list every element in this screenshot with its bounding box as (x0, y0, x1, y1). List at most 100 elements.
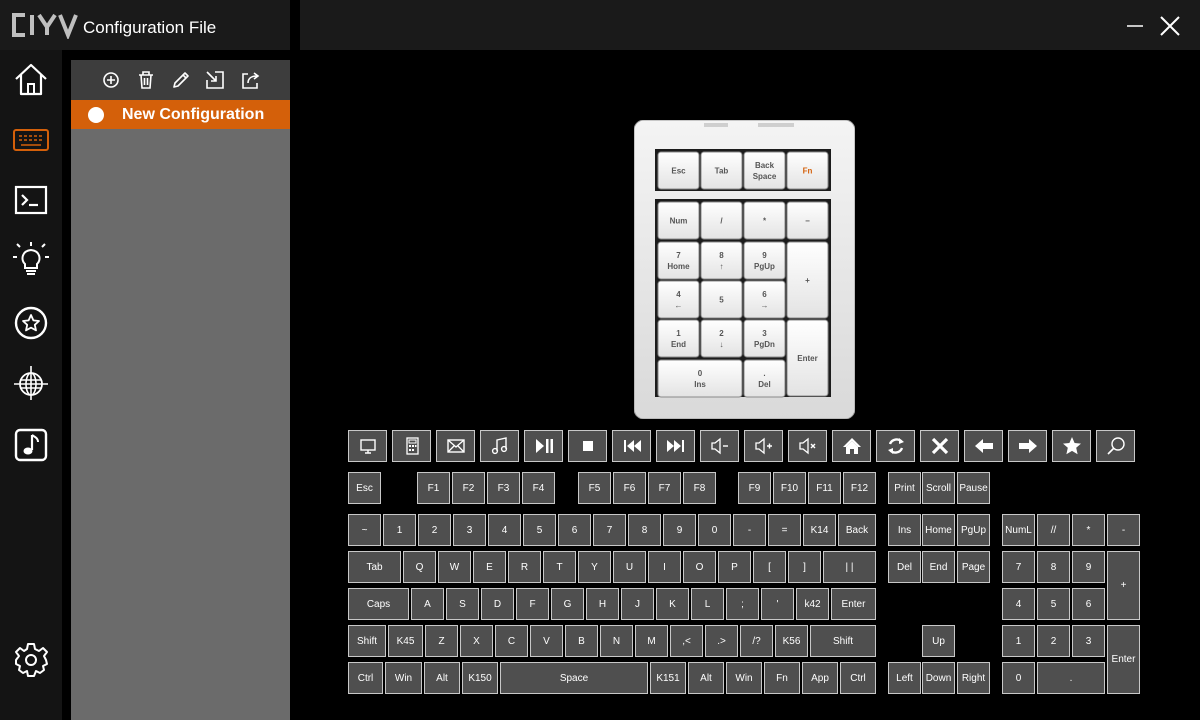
media-key-play-pause[interactable] (524, 430, 563, 462)
key-app[interactable]: App (802, 662, 838, 694)
key-symbol49[interactable]: [ (753, 551, 786, 583)
close-button[interactable] (1157, 13, 1183, 39)
key-k56[interactable]: K56 (775, 625, 808, 657)
key-0[interactable]: 0 (698, 514, 731, 546)
key-alt[interactable]: Alt (688, 662, 724, 694)
media-key-music-note[interactable] (480, 430, 519, 462)
key-5[interactable]: 5 (523, 514, 556, 546)
key-f5[interactable]: F5 (578, 472, 611, 504)
key-1[interactable]: 1 (1002, 625, 1035, 657)
key-pgup[interactable]: PgUp (957, 514, 990, 546)
key-f11[interactable]: F11 (808, 472, 841, 504)
media-key-next-track[interactable] (656, 430, 695, 462)
key-shift[interactable]: Shift (810, 625, 876, 657)
media-key-forward-arrow[interactable] (1008, 430, 1047, 462)
key-k[interactable]: K (656, 588, 689, 620)
key-win[interactable]: Win (385, 662, 422, 694)
key-f6[interactable]: F6 (613, 472, 646, 504)
key-7[interactable]: 7 (593, 514, 626, 546)
key-f[interactable]: F (516, 588, 549, 620)
key-i[interactable]: I (648, 551, 681, 583)
key-f8[interactable]: F8 (683, 472, 716, 504)
key-page[interactable]: Page (957, 551, 990, 583)
key-win[interactable]: Win (726, 662, 762, 694)
key-f2[interactable]: F2 (452, 472, 485, 504)
key-f4[interactable]: F4 (522, 472, 555, 504)
media-key-close-x[interactable] (920, 430, 959, 462)
key-symbol69[interactable]: ; (726, 588, 759, 620)
key-f1[interactable]: F1 (417, 472, 450, 504)
key-caps[interactable]: Caps (348, 588, 409, 620)
key-back[interactable]: Back (838, 514, 876, 546)
key-n[interactable]: N (600, 625, 633, 657)
key-symbol27[interactable]: - (733, 514, 766, 546)
key-1[interactable]: 1 (383, 514, 416, 546)
key-6[interactable]: 6 (558, 514, 591, 546)
key-b[interactable]: B (565, 625, 598, 657)
key-del[interactable]: Del (888, 551, 921, 583)
key-symbol28[interactable]: = (768, 514, 801, 546)
key-ctrl[interactable]: Ctrl (348, 662, 383, 694)
sidebar-item-home[interactable] (11, 60, 51, 100)
key-f7[interactable]: F7 (648, 472, 681, 504)
key-w[interactable]: W (438, 551, 471, 583)
key-symbol70[interactable]: ' (761, 588, 794, 620)
key-u[interactable]: U (613, 551, 646, 583)
key-2[interactable]: 2 (418, 514, 451, 546)
configuration-list-item[interactable]: New Configuration (71, 100, 290, 129)
media-key-search[interactable] (1096, 430, 1135, 462)
key-3[interactable]: 3 (453, 514, 486, 546)
key-a[interactable]: A (411, 588, 444, 620)
key-space[interactable]: Space (500, 662, 648, 694)
key-t[interactable]: T (543, 551, 576, 583)
media-key-volume-up[interactable] (744, 430, 783, 462)
media-key-stop[interactable] (568, 430, 607, 462)
key-symbol85[interactable]: ,< (670, 625, 703, 657)
sidebar-item-favorites[interactable] (11, 303, 51, 343)
key-6[interactable]: 6 (1072, 588, 1105, 620)
key-symbol58[interactable]: + (1107, 551, 1140, 620)
sidebar-item-macro[interactable] (11, 180, 51, 220)
key-down[interactable]: Down (922, 662, 955, 694)
delete-configuration-button[interactable] (135, 69, 157, 91)
key-j[interactable]: J (621, 588, 654, 620)
key-symbol50[interactable]: ] (788, 551, 821, 583)
key-left[interactable]: Left (888, 662, 921, 694)
export-configuration-button[interactable] (240, 69, 262, 91)
key-f9[interactable]: F9 (738, 472, 771, 504)
settings-button[interactable] (11, 640, 51, 680)
key-d[interactable]: D (481, 588, 514, 620)
add-configuration-button[interactable] (100, 69, 122, 91)
key-0[interactable]: 0 (1002, 662, 1035, 694)
key-z[interactable]: Z (425, 625, 458, 657)
key-symbol110[interactable]: . (1037, 662, 1105, 694)
key-4[interactable]: 4 (488, 514, 521, 546)
key-print[interactable]: Print (888, 472, 921, 504)
media-key-favorites[interactable] (1052, 430, 1091, 462)
key-r[interactable]: R (508, 551, 541, 583)
key-y[interactable]: Y (578, 551, 611, 583)
key-7[interactable]: 7 (1002, 551, 1035, 583)
media-key-browser-home[interactable] (832, 430, 871, 462)
key-symbol16[interactable]: ~ (348, 514, 381, 546)
key-k14[interactable]: K14 (803, 514, 836, 546)
key-k151[interactable]: K151 (650, 662, 686, 694)
key-9[interactable]: 9 (1072, 551, 1105, 583)
key-h[interactable]: H (586, 588, 619, 620)
sidebar-item-music[interactable] (11, 425, 51, 465)
key-9[interactable]: 9 (663, 514, 696, 546)
key-8[interactable]: 8 (1037, 551, 1070, 583)
media-key-mute[interactable] (788, 430, 827, 462)
key-p[interactable]: P (718, 551, 751, 583)
media-key-volume-down[interactable] (700, 430, 739, 462)
key-esc[interactable]: Esc (348, 472, 381, 504)
key-end[interactable]: End (922, 551, 955, 583)
key-5[interactable]: 5 (1037, 588, 1070, 620)
key-fn[interactable]: Fn (764, 662, 800, 694)
key-home[interactable]: Home (922, 514, 955, 546)
key-numl[interactable]: NumL (1002, 514, 1035, 546)
key-v[interactable]: V (530, 625, 563, 657)
key-c[interactable]: C (495, 625, 528, 657)
key-4[interactable]: 4 (1002, 588, 1035, 620)
media-key-previous-track[interactable] (612, 430, 651, 462)
